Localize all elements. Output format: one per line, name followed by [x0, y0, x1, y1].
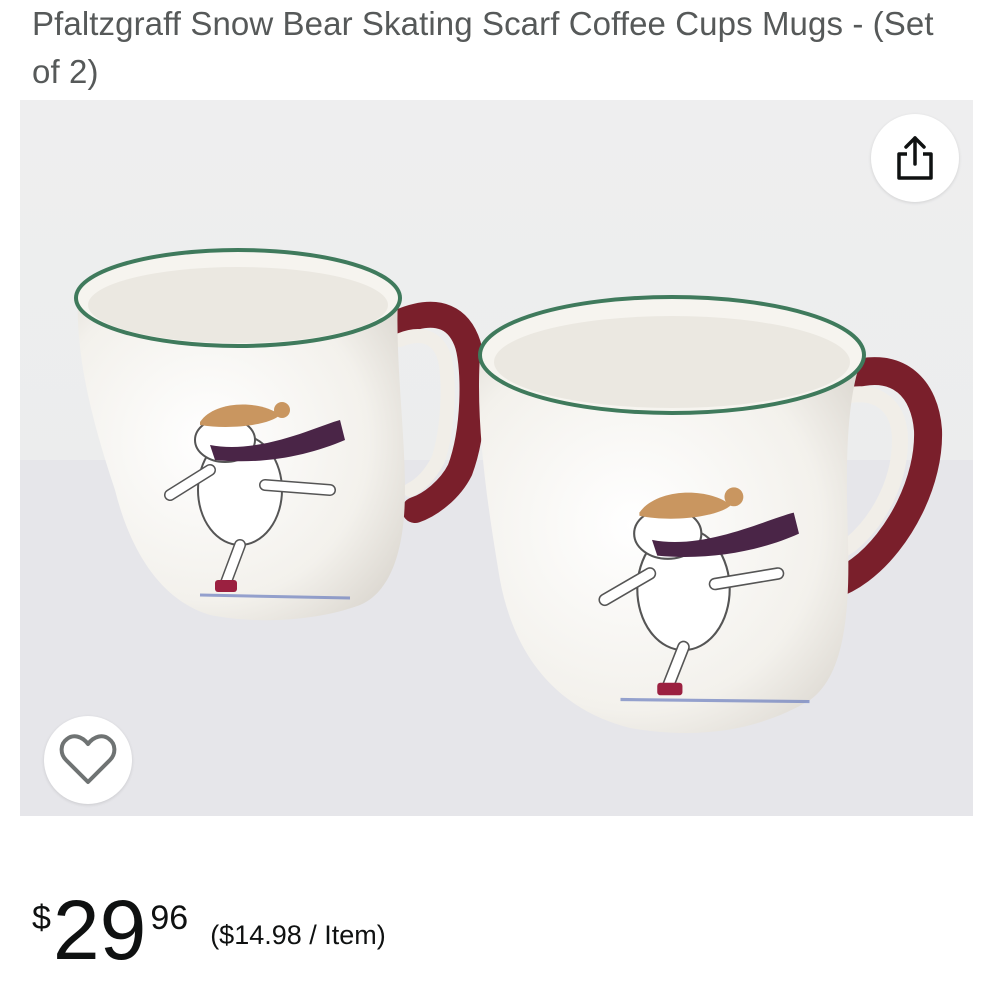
product-title: Pfaltzgraff Snow Bear Skating Scarf Coff… [32, 5, 934, 90]
price-fraction: 96 [150, 899, 189, 937]
product-image-gallery[interactable] [20, 100, 973, 816]
price: $ 29 96 ($14.98 / Item) [32, 888, 386, 988]
price-whole: 29 [52, 883, 147, 977]
product-photo [20, 100, 973, 816]
price-currency-symbol: $ [32, 899, 51, 937]
heart-icon [59, 734, 117, 784]
price-per-unit: ($14.98 / Item) [210, 920, 386, 950]
favorite-button[interactable] [44, 716, 132, 804]
share-button[interactable] [871, 114, 959, 202]
share-icon [897, 136, 933, 180]
